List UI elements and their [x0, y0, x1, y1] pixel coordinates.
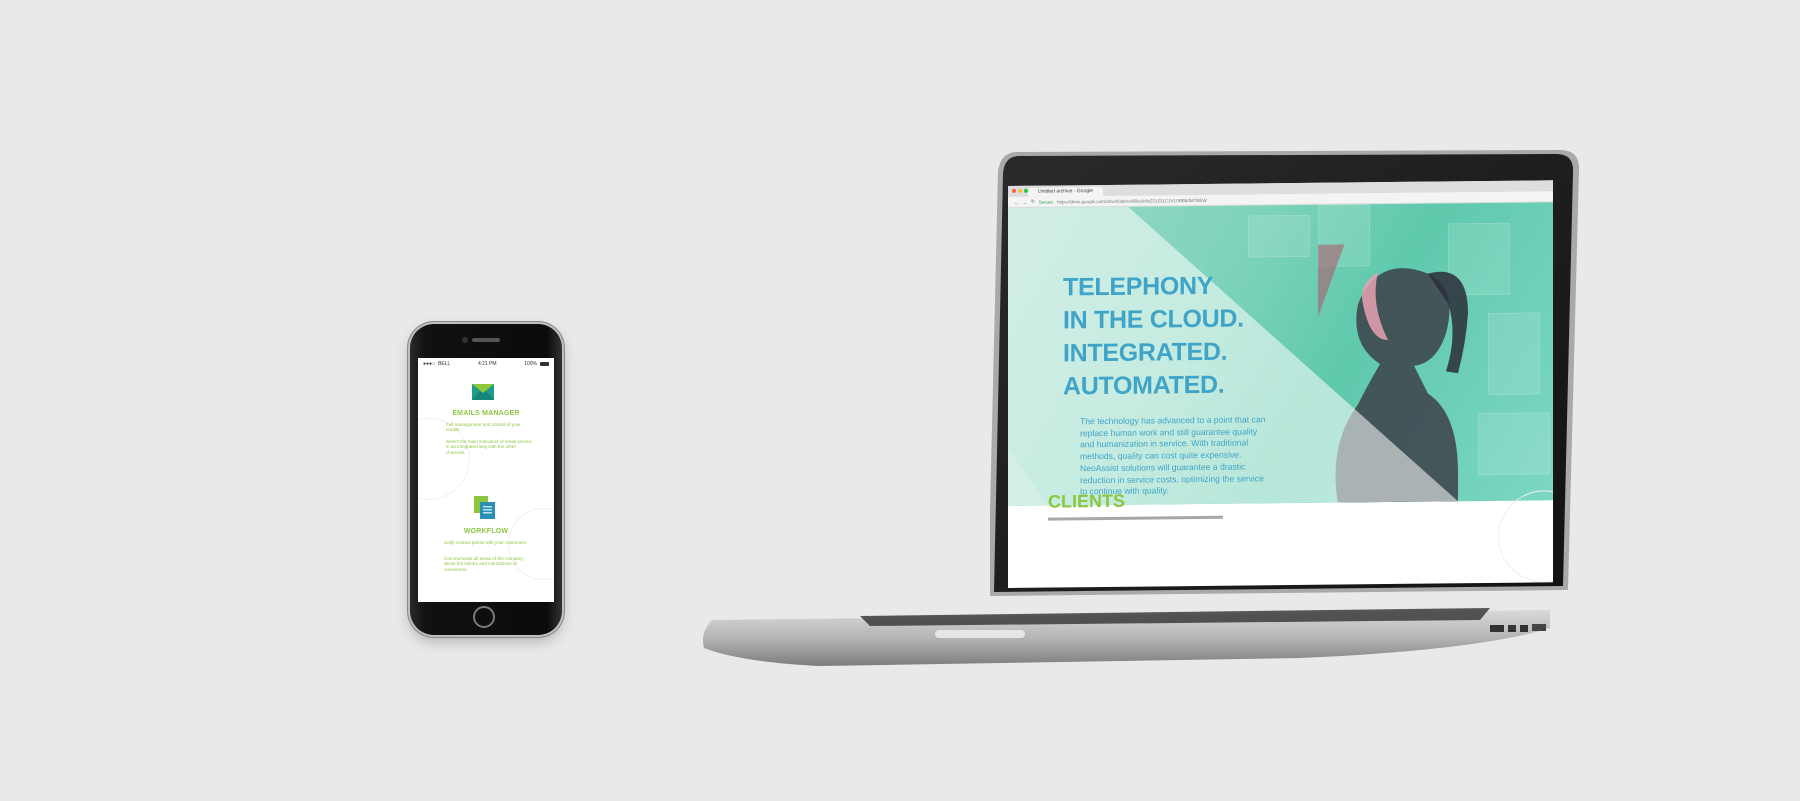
back-arrow-icon[interactable]: ← [1014, 199, 1019, 204]
hero-headline-line-4: AUTOMATED. [1063, 370, 1225, 401]
browser-tab[interactable]: Untitled archive - Google [1028, 187, 1104, 197]
laptop-screen: Untitled archive - Google ← → ↻ Secure h… [1008, 180, 1553, 588]
forward-arrow-icon[interactable]: → [1023, 199, 1028, 204]
hero-headline-line-3: INTEGRATED. [1063, 337, 1228, 368]
laptop-mockup: Untitled archive - Google ← → ↻ Secure h… [0, 0, 1800, 801]
hero-headline-line-1: TELEPHONY [1063, 271, 1214, 302]
reload-icon[interactable]: ↻ [1031, 199, 1035, 205]
decorative-circle [1498, 489, 1553, 583]
hero-paragraph: The technology has advanced to a point t… [1080, 414, 1266, 497]
hero-banner: TELEPHONY IN THE CLOUD. INTEGRATED. AUTO… [1008, 202, 1553, 506]
window-controls[interactable] [1012, 188, 1028, 193]
url-text[interactable]: https://drive.google.com/drive/folders/0… [1057, 197, 1207, 204]
laptop-base [703, 608, 1550, 666]
minimize-window-icon[interactable] [1018, 188, 1022, 193]
secure-label: Secure [1038, 199, 1054, 205]
hero-headline-line-2: IN THE CLOUD. [1063, 304, 1244, 335]
maximize-window-icon[interactable] [1024, 188, 1028, 193]
clients-underline [1048, 515, 1223, 521]
clients-heading: CLIENTS [1048, 490, 1126, 512]
close-window-icon[interactable] [1012, 188, 1016, 193]
